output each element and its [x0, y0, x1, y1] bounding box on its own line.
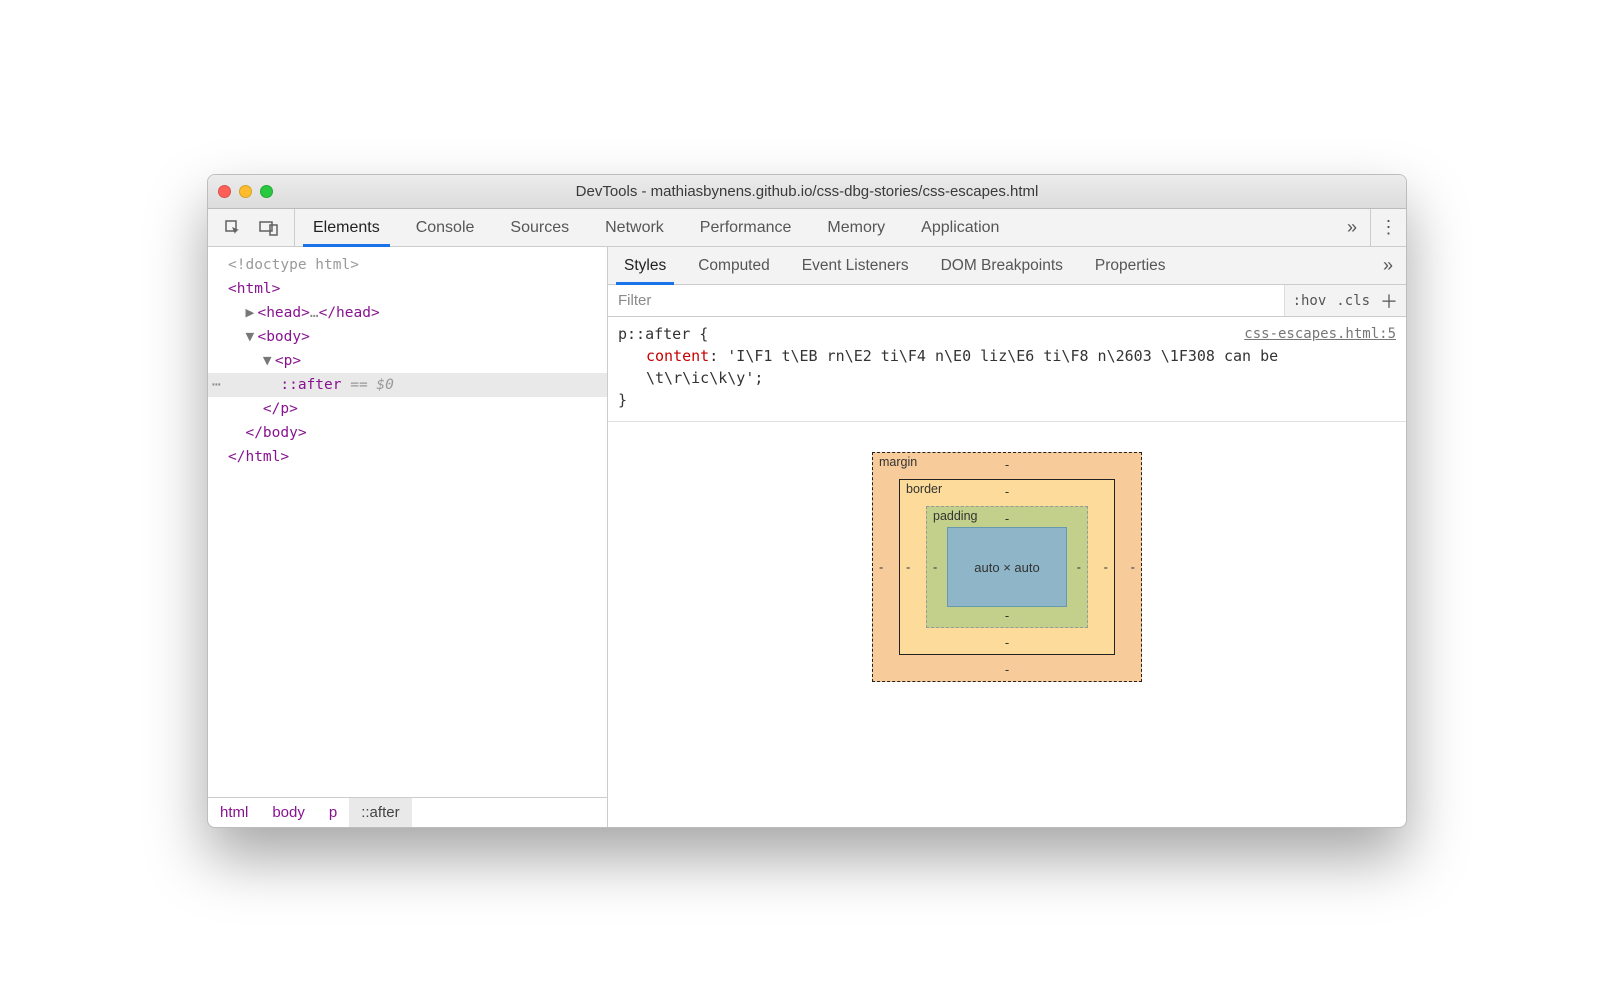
device-toggle-icon[interactable] [258, 217, 280, 239]
dom-line[interactable]: </html> [208, 445, 607, 469]
crumb-body[interactable]: body [260, 798, 317, 827]
border-left: - [906, 560, 910, 575]
dom-line[interactable]: ▼<p> [208, 349, 607, 373]
crumb-html[interactable]: html [208, 798, 260, 827]
margin-bottom: - [1005, 662, 1009, 677]
margin-label: margin [879, 455, 917, 469]
inspect-icon[interactable] [222, 217, 244, 239]
dom-line[interactable]: <!doctype html> [208, 253, 607, 277]
boxmodel-border[interactable]: border - - - - padding - - - - au [899, 479, 1115, 655]
hov-toggle[interactable]: :hov [1293, 293, 1327, 309]
main-tabs: Elements Console Sources Network Perform… [295, 209, 1334, 246]
tab-sources[interactable]: Sources [492, 209, 587, 246]
breadcrumb: html body p ::after [208, 797, 607, 827]
styles-filter-input[interactable] [608, 292, 1284, 309]
subtab-computed[interactable]: Computed [682, 247, 786, 284]
padding-top: - [1005, 511, 1009, 526]
subtab-eventlisteners[interactable]: Event Listeners [786, 247, 925, 284]
subtab-styles[interactable]: Styles [608, 247, 682, 284]
css-rule[interactable]: css-escapes.html:5 p::after { content: '… [608, 317, 1406, 422]
minimize-icon[interactable] [239, 185, 252, 198]
dom-line[interactable]: </body> [208, 421, 607, 445]
tabs-overflow-icon[interactable]: » [1334, 209, 1370, 246]
rule-source-link[interactable]: css-escapes.html:5 [1244, 323, 1396, 345]
styles-panel: Styles Computed Event Listeners DOM Brea… [608, 247, 1406, 827]
padding-left: - [933, 560, 937, 575]
styles-filterbar: :hov .cls ＋ [608, 285, 1406, 317]
padding-bottom: - [1005, 608, 1009, 623]
boxmodel-margin[interactable]: margin - - - - border - - - - padding [872, 452, 1142, 682]
tab-elements[interactable]: Elements [295, 209, 398, 246]
tab-network[interactable]: Network [587, 209, 682, 246]
new-style-rule-icon[interactable]: ＋ [1380, 288, 1398, 314]
maximize-icon[interactable] [260, 185, 273, 198]
dom-line[interactable]: </p> [208, 397, 607, 421]
dom-line[interactable]: ▼<body> [208, 325, 607, 349]
tab-memory[interactable]: Memory [809, 209, 903, 246]
border-bottom: - [1005, 635, 1009, 650]
subtabs-overflow-icon[interactable]: » [1370, 247, 1406, 284]
subtab-properties[interactable]: Properties [1079, 247, 1182, 284]
rule-close: } [618, 389, 1396, 411]
rule-declaration: content: 'I\F1 t\EB rn\E2 ti\F4 n\E0 liz… [618, 345, 1396, 389]
dom-line[interactable]: ▶<head>…</head> [208, 301, 607, 325]
boxmodel: margin - - - - border - - - - padding [608, 422, 1406, 827]
traffic-lights [218, 185, 273, 198]
subtab-dombreakpoints[interactable]: DOM Breakpoints [925, 247, 1079, 284]
window-title: DevTools - mathiasbynens.github.io/css-d… [208, 183, 1406, 200]
border-top: - [1005, 484, 1009, 499]
crumb-after[interactable]: ::after [349, 798, 411, 827]
border-label: border [906, 482, 942, 496]
tab-performance[interactable]: Performance [682, 209, 810, 246]
dom-tree[interactable]: <!doctype html><html> ▶<head>…</head> ▼<… [208, 247, 607, 797]
devtools-window: DevTools - mathiasbynens.github.io/css-d… [207, 174, 1407, 828]
dom-line[interactable]: ::after == $0 [208, 373, 607, 397]
tab-application[interactable]: Application [903, 209, 1017, 246]
cls-toggle[interactable]: .cls [1336, 293, 1370, 309]
margin-right: - [1131, 560, 1135, 575]
boxmodel-content[interactable]: auto × auto [947, 527, 1067, 607]
border-right: - [1104, 560, 1108, 575]
crumb-p[interactable]: p [317, 798, 349, 827]
margin-top: - [1005, 457, 1009, 472]
styles-subtabs: Styles Computed Event Listeners DOM Brea… [608, 247, 1406, 285]
menu-icon[interactable]: ⋮ [1370, 209, 1406, 246]
padding-right: - [1077, 560, 1081, 575]
margin-left: - [879, 560, 883, 575]
dom-line[interactable]: <html> [208, 277, 607, 301]
tab-console[interactable]: Console [398, 209, 493, 246]
dom-panel: <!doctype html><html> ▶<head>…</head> ▼<… [208, 247, 608, 827]
main-toolbar: Elements Console Sources Network Perform… [208, 209, 1406, 247]
close-icon[interactable] [218, 185, 231, 198]
boxmodel-padding[interactable]: padding - - - - auto × auto [926, 506, 1088, 628]
titlebar: DevTools - mathiasbynens.github.io/css-d… [208, 175, 1406, 209]
padding-label: padding [933, 509, 978, 523]
